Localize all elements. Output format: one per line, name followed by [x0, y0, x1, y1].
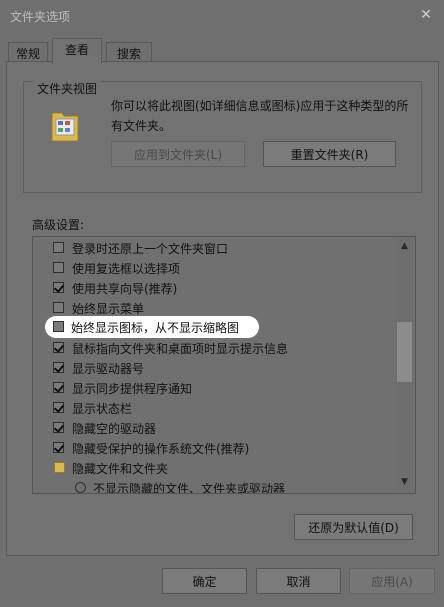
- list-item-label: 显示状态栏: [72, 402, 133, 416]
- list-item-label: 不显示隐藏的文件、文件夹或驱动器: [93, 482, 286, 494]
- list-item-label: 隐藏空的驱动器: [72, 422, 157, 436]
- list-item-label: 鼠标指向文件夹和桌面项时显示提示信息: [72, 342, 289, 356]
- tab-view[interactable]: 查看: [52, 38, 102, 64]
- apply-to-folders-button[interactable]: 应用到文件夹(L): [111, 141, 245, 167]
- checkbox[interactable]: [53, 282, 64, 293]
- folder-icon: [54, 462, 65, 473]
- scroll-up-icon[interactable]: ▲: [396, 238, 413, 254]
- ok-button[interactable]: 确定: [162, 568, 247, 594]
- advanced-settings-label: 高级设置:: [32, 218, 85, 232]
- checkbox[interactable]: [53, 442, 64, 453]
- list-item-hide-protected-files[interactable]: 隐藏受保护的操作系统文件(推荐): [33, 439, 393, 459]
- list-item-show-status-bar[interactable]: 显示状态栏: [33, 399, 393, 419]
- list-item-hide-empty-drives[interactable]: 隐藏空的驱动器: [33, 419, 393, 439]
- list-item-hidden-files-folders: 隐藏文件和文件夹: [33, 459, 393, 479]
- list-item-sync-notifications[interactable]: 显示同步提供程序通知: [33, 379, 393, 399]
- close-icon[interactable]: ✕: [412, 4, 440, 26]
- folder-views-title: 文件夹视图: [33, 80, 102, 97]
- list-item-label: 始终显示菜单: [72, 302, 145, 316]
- list-item-label: 使用复选框以选择项: [72, 262, 181, 276]
- list-item-use-checkboxes[interactable]: 使用复选框以选择项: [33, 259, 393, 279]
- list-item-label: 隐藏文件和文件夹: [72, 462, 169, 476]
- radio-button[interactable]: [75, 482, 86, 493]
- checkbox[interactable]: [53, 402, 64, 413]
- list-item-show-tooltips[interactable]: 鼠标指向文件夹和桌面项时显示提示信息: [33, 339, 393, 359]
- checkbox[interactable]: [53, 362, 64, 373]
- list-item-label: 登录时还原上一个文件夹窗口: [72, 242, 229, 256]
- window-title: 文件夹选项: [10, 10, 71, 24]
- folder-views-description: 你可以将此视图(如详细信息或图标)应用于这种类型的所有文件夹。: [111, 99, 409, 133]
- checkbox[interactable]: [53, 422, 64, 433]
- scroll-thumb[interactable]: [397, 322, 412, 382]
- list-scrollbar[interactable]: ▲ ▼: [396, 238, 413, 490]
- folder-views-icon: [51, 112, 79, 142]
- list-item-show-drive-letters[interactable]: 显示驱动器号: [33, 359, 393, 379]
- apply-button[interactable]: 应用(A): [349, 568, 435, 594]
- list-item-label: 显示同步提供程序通知: [72, 382, 193, 396]
- reset-folders-button[interactable]: 重置文件夹(R): [263, 141, 396, 167]
- list-item-label: 使用共享向导(推荐): [72, 282, 178, 296]
- list-item-label: 显示驱动器号: [72, 362, 145, 376]
- restore-defaults-button[interactable]: 还原为默认值(D): [294, 514, 413, 540]
- cancel-button[interactable]: 取消: [256, 568, 341, 594]
- list-item-always-show-icons[interactable]: 始终显示图标，从不显示缩略图: [32, 318, 272, 338]
- checkbox[interactable]: [53, 342, 64, 353]
- list-item-sharing-wizard[interactable]: 使用共享向导(推荐): [33, 279, 393, 299]
- advanced-settings-list[interactable]: 登录时还原上一个文件夹窗口 使用复选框以选择项 使用共享向导(推荐) 始终显示菜…: [32, 236, 416, 494]
- folder-options-dialog: 文件夹选项 ✕ 常规 查看 搜索 文件夹视图 你可以将此视图(如详细信息或图标)…: [0, 0, 444, 607]
- checkbox[interactable]: [53, 321, 64, 332]
- list-item-dont-show-hidden[interactable]: 不显示隐藏的文件、文件夹或驱动器: [33, 479, 393, 494]
- list-item-label: 始终显示图标，从不显示缩略图: [71, 321, 240, 335]
- checkbox[interactable]: [53, 382, 64, 393]
- checkbox[interactable]: [53, 262, 64, 273]
- list-item-restore-windows[interactable]: 登录时还原上一个文件夹窗口: [33, 239, 393, 259]
- list-item-label: 隐藏受保护的操作系统文件(推荐): [72, 442, 250, 456]
- title-bar: 文件夹选项 ✕: [0, 0, 444, 32]
- scroll-down-icon[interactable]: ▼: [396, 474, 413, 490]
- checkbox[interactable]: [53, 242, 64, 253]
- checkbox[interactable]: [53, 302, 64, 313]
